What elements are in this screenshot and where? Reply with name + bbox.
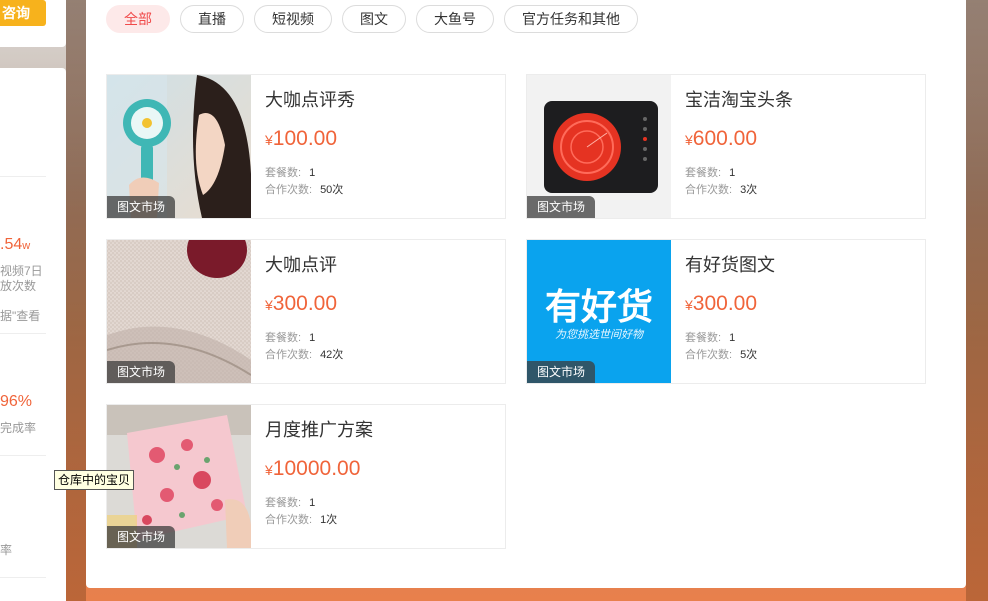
- stat-completion-value: 96%: [0, 393, 33, 410]
- packages-value: 1: [309, 497, 316, 509]
- card-title[interactable]: 大咖点评秀: [265, 86, 355, 112]
- card-price: ¥10000.00: [265, 457, 360, 481]
- market-badge: 图文市场: [107, 361, 176, 383]
- service-card[interactable]: 图文市场 宝洁淘宝头条 ¥600.00 套餐数: 1 合作次数: 3次: [526, 74, 926, 219]
- currency-symbol: ¥: [685, 297, 693, 313]
- coop-value: 3次: [740, 184, 758, 196]
- tab-dayu[interactable]: 大鱼号: [416, 5, 494, 33]
- currency-symbol: ¥: [265, 462, 273, 478]
- price-value: 100.00: [272, 127, 338, 150]
- coop-value: 50次: [320, 184, 344, 196]
- tab-short-video[interactable]: 短视频: [254, 5, 332, 33]
- stat-video-desc-2: 放次数: [0, 279, 37, 293]
- packages-value: 1: [729, 332, 736, 344]
- category-tabs: 全部 直播 短视频 图文 大鱼号 官方任务和其他: [106, 5, 638, 33]
- coop-count: 合作次数: 42次: [265, 346, 343, 362]
- card-price: ¥100.00: [265, 127, 337, 151]
- currency-symbol: ¥: [265, 297, 273, 313]
- packages-label: 套餐数:: [265, 497, 302, 509]
- bridge-tower-right: [966, 0, 988, 601]
- packages-value: 1: [729, 167, 736, 179]
- sidebar-top-panel: 咨询: [0, 0, 66, 47]
- sidebar-divider: [0, 455, 46, 456]
- coop-count: 合作次数: 3次: [685, 181, 757, 197]
- market-badge: 图文市场: [107, 526, 176, 548]
- logo-subtitle: 为您挑选世间好物: [555, 328, 643, 341]
- coop-label: 合作次数:: [265, 349, 313, 361]
- currency-symbol: ¥: [265, 132, 273, 148]
- stat-video-plays-unit: w: [22, 240, 31, 252]
- coop-label: 合作次数:: [685, 184, 733, 196]
- card-price: ¥300.00: [685, 292, 757, 316]
- tooltip: 仓库中的宝贝: [54, 470, 135, 490]
- market-badge: 图文市场: [527, 361, 596, 383]
- tab-image-text[interactable]: 图文: [342, 5, 406, 33]
- coop-label: 合作次数:: [265, 184, 313, 196]
- coop-value: 5次: [740, 349, 758, 361]
- service-card[interactable]: 图文市场 大咖点评秀 ¥100.00 套餐数: 1 合作次数: 50次: [106, 74, 506, 219]
- coop-value: 1次: [320, 514, 338, 526]
- price-value: 300.00: [272, 292, 338, 315]
- coop-value: 42次: [320, 349, 344, 361]
- stat-rate-desc: 率: [0, 543, 13, 557]
- service-card[interactable]: 有好货 为您挑选世间好物 图文市场 有好货图文 ¥300.00 套餐数: 1 合作…: [526, 239, 926, 384]
- packages-count: 套餐数: 1: [265, 164, 315, 180]
- coop-label: 合作次数:: [685, 349, 733, 361]
- service-card[interactable]: 图文市场 大咖点评 ¥300.00 套餐数: 1 合作次数: 42次: [106, 239, 506, 384]
- packages-label: 套餐数:: [685, 167, 722, 179]
- card-price: ¥300.00: [265, 292, 337, 316]
- stat-video-plays: .54w: [0, 236, 30, 254]
- card-title[interactable]: 大咖点评: [265, 251, 337, 277]
- stats-sidebar: .54w 视频7日 放次数 据"查看 96% 完成率 率: [0, 68, 66, 601]
- youhaohuo-logo[interactable]: 有好货 为您挑选世间好物 图文市场: [527, 240, 671, 383]
- currency-symbol: ¥: [685, 132, 693, 148]
- packages-count: 套餐数: 1: [265, 329, 315, 345]
- stat-video-plays-value: .54: [0, 236, 23, 253]
- market-panel: 全部 直播 短视频 图文 大鱼号 官方任务和其他 图文市场 大咖点评秀 ¥100…: [86, 0, 966, 588]
- coop-count: 合作次数: 1次: [265, 511, 337, 527]
- stat-video-hint: 据"查看: [0, 309, 41, 323]
- logo-text: 有好货: [544, 287, 653, 328]
- induction-cooker-photo[interactable]: 图文市场: [527, 75, 671, 218]
- stat-completion-desc: 完成率: [0, 421, 37, 435]
- packages-count: 套餐数: 1: [685, 329, 735, 345]
- packages-value: 1: [309, 167, 316, 179]
- packages-label: 套餐数:: [265, 332, 302, 344]
- packages-count: 套餐数: 1: [685, 164, 735, 180]
- tab-all[interactable]: 全部: [106, 5, 170, 33]
- hand-fan-photo[interactable]: 图文市场: [107, 75, 251, 218]
- service-card[interactable]: 图文市场 月度推广方案 ¥10000.00 套餐数: 1 合作次数: 1次: [106, 404, 506, 549]
- price-value: 600.00: [692, 127, 758, 150]
- packages-count: 套餐数: 1: [265, 494, 315, 510]
- card-price: ¥600.00: [685, 127, 757, 151]
- coop-label: 合作次数:: [265, 514, 313, 526]
- market-badge: 图文市场: [107, 196, 176, 218]
- packages-label: 套餐数:: [685, 332, 722, 344]
- sidebar-divider: [0, 176, 46, 177]
- packages-label: 套餐数:: [265, 167, 302, 179]
- card-title[interactable]: 有好货图文: [685, 251, 775, 277]
- tab-live[interactable]: 直播: [180, 5, 244, 33]
- market-badge: 图文市场: [527, 196, 596, 218]
- card-title[interactable]: 月度推广方案: [265, 416, 373, 442]
- bridge-tower-left: [66, 0, 86, 601]
- sidebar-divider: [0, 577, 46, 578]
- coop-count: 合作次数: 5次: [685, 346, 757, 362]
- price-value: 10000.00: [272, 457, 361, 480]
- packages-value: 1: [309, 332, 316, 344]
- price-value: 300.00: [692, 292, 758, 315]
- sidebar-divider: [0, 333, 46, 334]
- knit-fabric-photo[interactable]: 图文市场: [107, 240, 251, 383]
- coop-count: 合作次数: 50次: [265, 181, 343, 197]
- consult-button[interactable]: 咨询: [0, 0, 46, 26]
- card-title[interactable]: 宝洁淘宝头条: [685, 86, 793, 112]
- tab-official-tasks[interactable]: 官方任务和其他: [504, 5, 638, 33]
